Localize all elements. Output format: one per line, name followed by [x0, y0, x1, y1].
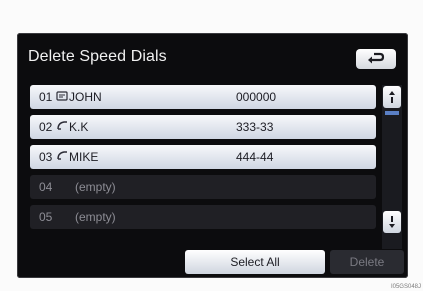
page-title: Delete Speed Dials [28, 48, 167, 65]
contact-name: K.K [69, 120, 89, 134]
list-item[interactable]: 04 (empty) [30, 175, 376, 199]
delete-speed-dials-screen: Delete Speed Dials 01 JOHN 000000 02 K.K… [17, 33, 408, 278]
scroll-up-button[interactable] [383, 86, 401, 108]
back-arrow-icon [368, 52, 385, 64]
phone-number: 333-33 [236, 120, 274, 134]
scroll-thumb[interactable] [385, 111, 399, 115]
list-item[interactable]: 02 K.K 333-33 [30, 115, 376, 139]
dial-number: 04 [39, 180, 53, 194]
contact-name: JOHN [69, 90, 102, 104]
dial-number: 02 [39, 120, 53, 134]
phone-icon [57, 121, 67, 130]
phone-number: 000000 [236, 90, 277, 104]
delete-button[interactable]: Delete [330, 250, 404, 274]
list-item[interactable]: 03 MIKE 444-44 [30, 145, 376, 169]
list-item[interactable]: 01 JOHN 000000 [30, 85, 376, 109]
contact-name: (empty) [75, 210, 116, 224]
arrow-up-icon [389, 91, 395, 103]
back-button[interactable] [356, 49, 396, 69]
image-code: I05GS048J [390, 284, 421, 290]
contact-name: (empty) [75, 180, 116, 194]
dial-number: 05 [39, 210, 53, 224]
dial-number: 01 [39, 90, 53, 104]
dial-number: 03 [39, 150, 53, 164]
list-item[interactable]: 05 (empty) [30, 205, 376, 229]
phone-number: 444-44 [236, 150, 274, 164]
arrow-down-icon [389, 216, 395, 228]
select-all-button[interactable]: Select All [185, 250, 325, 274]
scroll-down-button[interactable] [383, 211, 401, 233]
phone-icon [57, 151, 67, 160]
contact-name: MIKE [69, 150, 99, 164]
phone-icon [56, 91, 68, 101]
